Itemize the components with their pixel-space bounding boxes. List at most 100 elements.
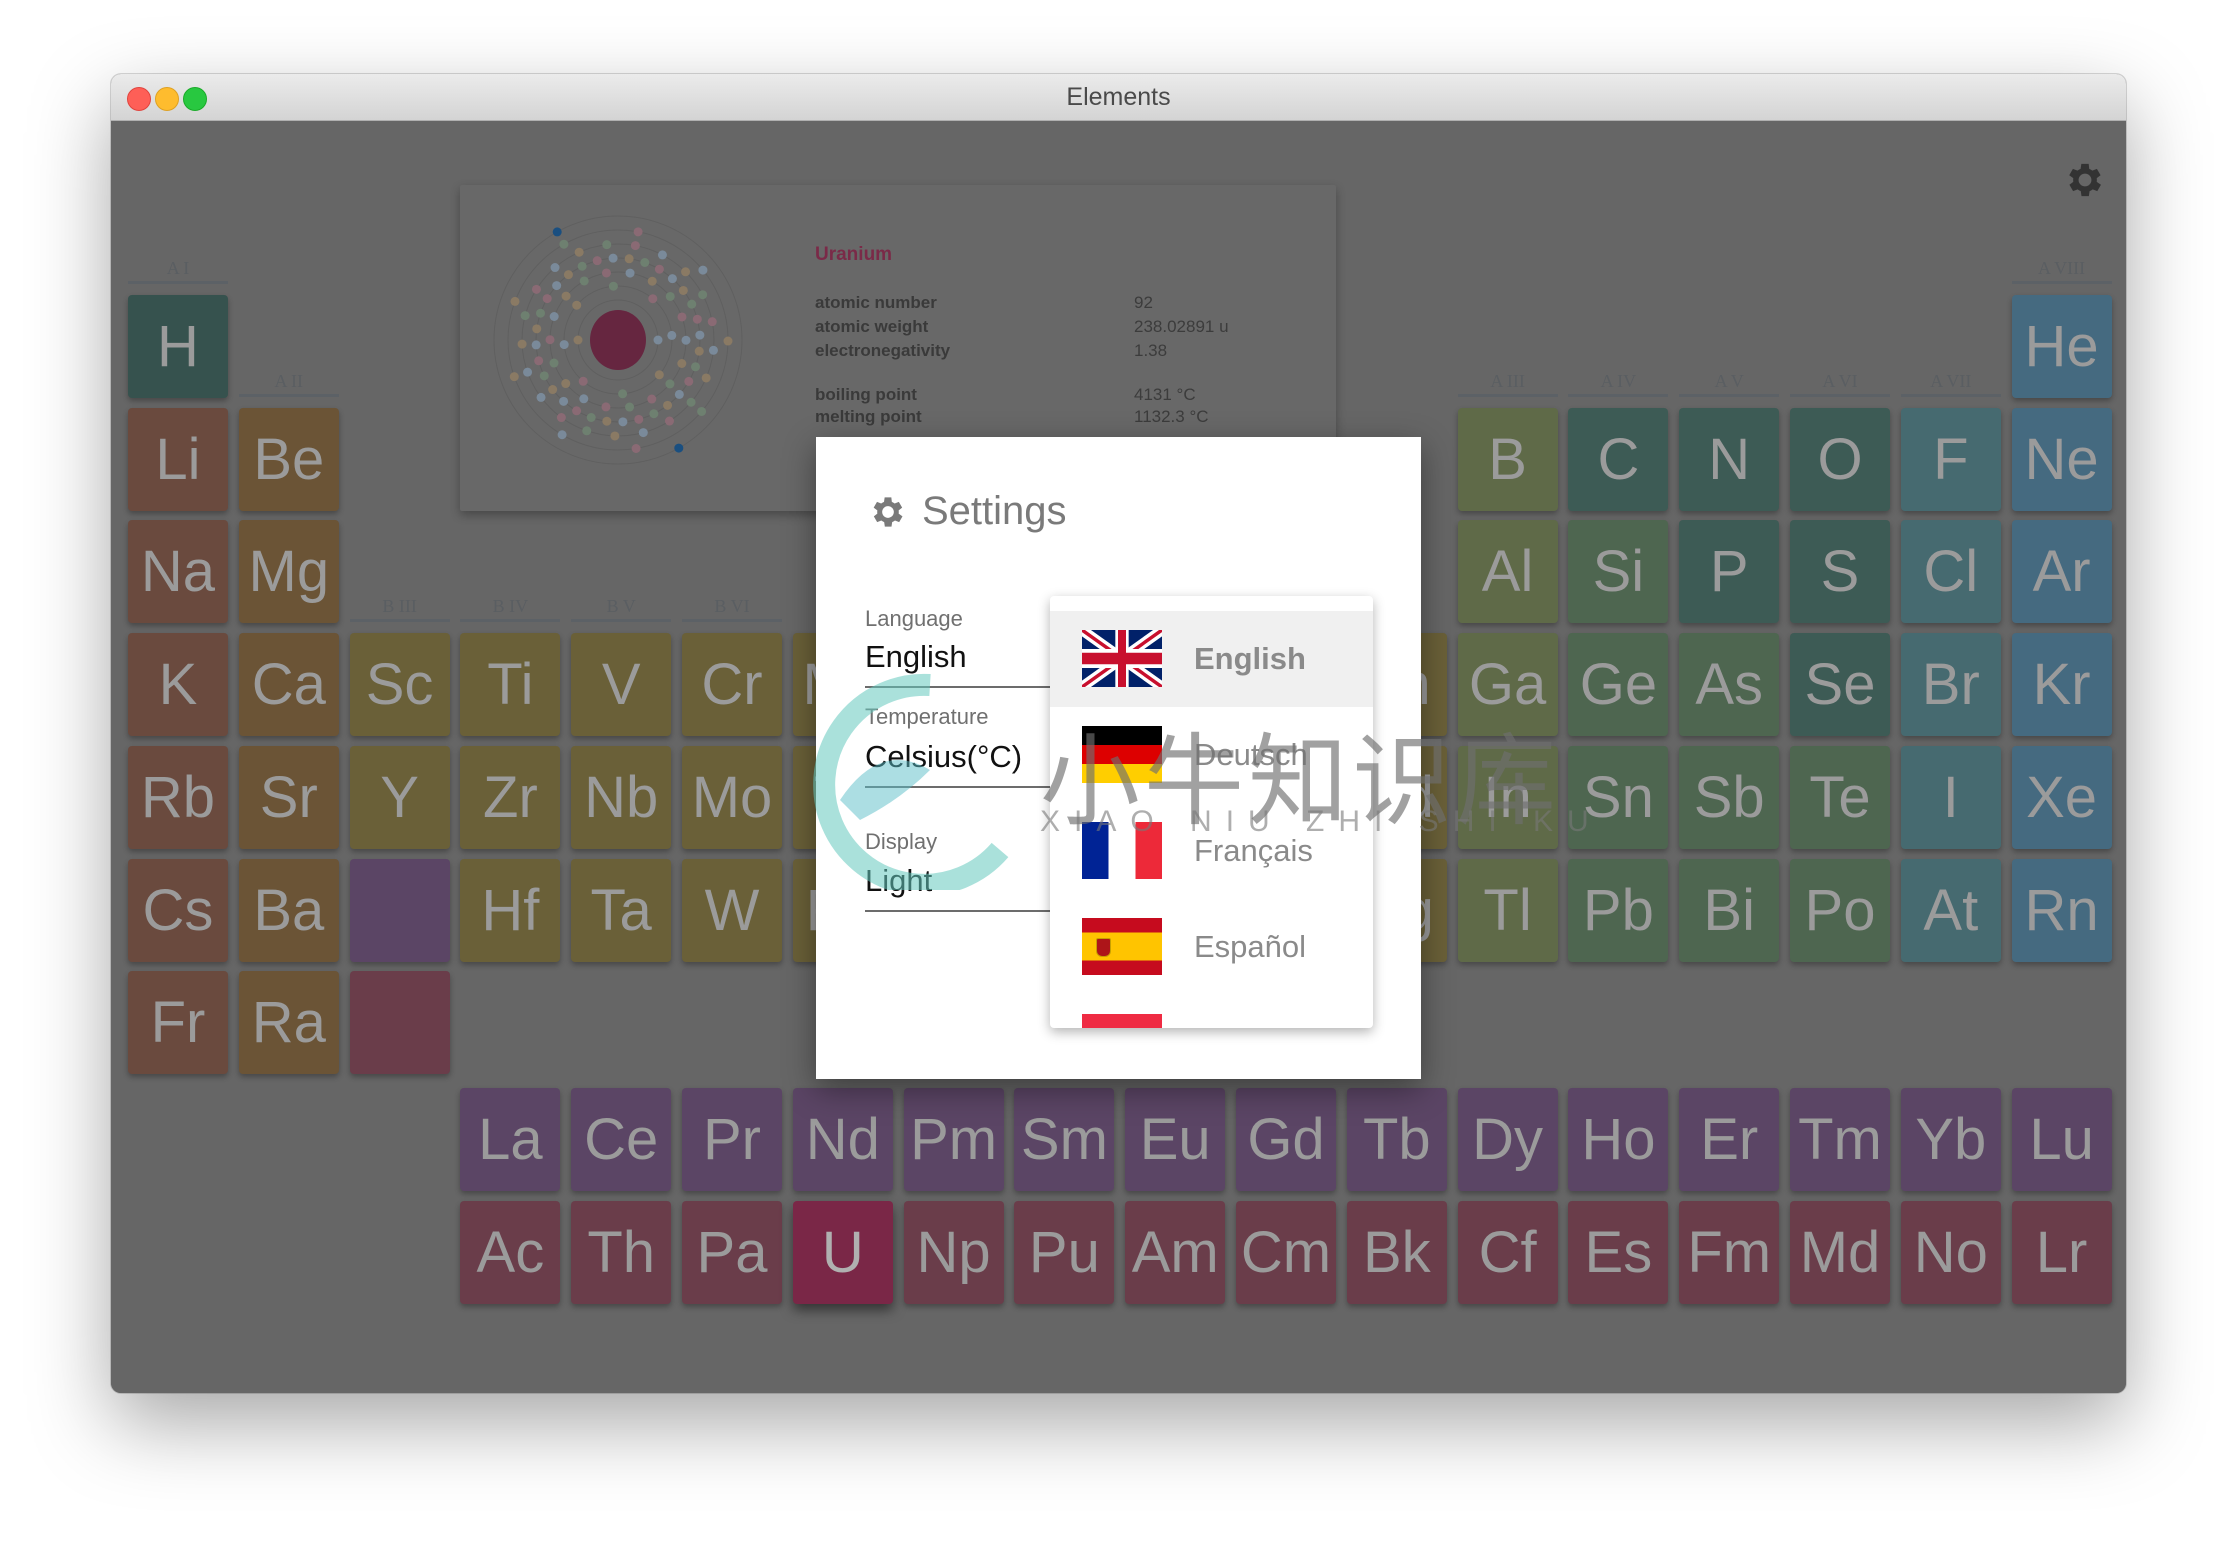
settings-gear-icon[interactable] [2063,158,2107,202]
element-tile-pa[interactable]: Pa [682,1200,782,1304]
element-tile-f[interactable]: F [1900,407,2001,511]
element-tile-ga[interactable]: Ga [1457,633,1558,737]
element-tile-gd[interactable]: Gd [1236,1087,1336,1191]
series-placeholder-tile[interactable] [349,971,450,1075]
element-tile-pu[interactable]: Pu [1014,1200,1115,1304]
element-tile-li[interactable]: Li [128,407,228,511]
element-tile-bi[interactable]: Bi [1679,858,1780,962]
element-tile-kr[interactable]: Kr [2011,633,2112,737]
element-tile-ge[interactable]: Ge [1568,633,1669,737]
element-tile-pb[interactable]: Pb [1568,858,1669,962]
element-tile-as[interactable]: As [1679,633,1780,737]
element-tile-es[interactable]: Es [1568,1200,1669,1304]
element-tile-se[interactable]: Se [1790,633,1890,737]
element-tile-la[interactable]: La [460,1087,561,1191]
element-tile-cf[interactable]: Cf [1457,1200,1558,1304]
element-tile-fr[interactable]: Fr [128,971,228,1075]
element-tile-lr[interactable]: Lr [2011,1200,2112,1304]
element-tile-ra[interactable]: Ra [238,971,339,1075]
temperature-select[interactable]: Celsius(°C) [865,739,1022,775]
element-tile-s[interactable]: S [1790,520,1890,624]
element-tile-dy[interactable]: Dy [1457,1087,1558,1191]
element-tile-nd[interactable]: Nd [792,1087,893,1191]
element-tile-he[interactable]: He [2011,295,2112,398]
element-tile-b[interactable]: B [1457,407,1558,511]
element-tile-ho[interactable]: Ho [1568,1087,1669,1191]
language-option-english[interactable]: English [1050,611,1373,707]
electron [542,294,552,304]
element-tile-cm[interactable]: Cm [1236,1200,1336,1304]
element-tile-sm[interactable]: Sm [1014,1087,1115,1191]
element-tile-no[interactable]: No [1900,1200,2001,1304]
electron [509,372,519,382]
element-tile-er[interactable]: Er [1679,1087,1780,1191]
element-tile-hf[interactable]: Hf [460,858,561,962]
element-tile-mg[interactable]: Mg [238,520,339,624]
element-tile-rb[interactable]: Rb [128,745,228,849]
element-tile-in[interactable]: In [1457,745,1558,849]
element-tile-yb[interactable]: Yb [1900,1087,2001,1191]
language-option-partial[interactable] [1050,995,1373,1028]
element-tile-o[interactable]: O [1790,407,1890,511]
element-tile-na[interactable]: Na [128,520,228,624]
element-tile-po[interactable]: Po [1790,858,1890,962]
element-tile-lu[interactable]: Lu [2011,1087,2112,1191]
element-tile-p[interactable]: P [1679,520,1780,624]
element-tile-i[interactable]: I [1900,745,2001,849]
element-tile-sn[interactable]: Sn [1568,745,1669,849]
series-placeholder-tile[interactable] [349,858,450,962]
element-tile-am[interactable]: Am [1125,1200,1226,1304]
element-tile-zr[interactable]: Zr [460,745,561,849]
element-tile-pr[interactable]: Pr [682,1087,782,1191]
display-select[interactable]: Light [865,863,932,899]
element-tile-tl[interactable]: Tl [1457,858,1558,962]
electron [653,335,663,345]
element-tile-ac[interactable]: Ac [460,1200,561,1304]
element-tile-fm[interactable]: Fm [1679,1200,1780,1304]
language-option-francais[interactable]: Français [1050,803,1373,899]
element-tile-ar[interactable]: Ar [2011,520,2112,624]
element-tile-ti[interactable]: Ti [460,633,561,737]
element-tile-tm[interactable]: Tm [1790,1087,1890,1191]
element-tile-sb[interactable]: Sb [1679,745,1780,849]
element-tile-np[interactable]: Np [903,1200,1004,1304]
element-tile-y[interactable]: Y [349,745,450,849]
element-tile-ne[interactable]: Ne [2011,407,2112,511]
element-tile-w[interactable]: W [682,858,782,962]
element-tile-bk[interactable]: Bk [1346,1200,1447,1304]
element-tile-ba[interactable]: Ba [238,858,339,962]
element-tile-nb[interactable]: Nb [571,745,672,849]
element-tile-ta[interactable]: Ta [571,858,672,962]
element-tile-tb[interactable]: Tb [1346,1087,1447,1191]
element-tile-eu[interactable]: Eu [1125,1087,1226,1191]
language-option-espanol[interactable]: Español [1050,899,1373,995]
element-tile-sc[interactable]: Sc [349,633,450,737]
element-tile-br[interactable]: Br [1900,633,2001,737]
element-tile-k[interactable]: K [128,633,228,737]
element-tile-xe[interactable]: Xe [2011,745,2112,849]
element-tile-mo[interactable]: Mo [682,745,782,849]
element-tile-md[interactable]: Md [1790,1200,1890,1304]
element-tile-th[interactable]: Th [571,1200,672,1304]
element-tile-c[interactable]: C [1568,407,1669,511]
element-tile-cl[interactable]: Cl [1900,520,2001,624]
element-tile-si[interactable]: Si [1568,520,1669,624]
element-tile-sr[interactable]: Sr [238,745,339,849]
element-tile-u[interactable]: U [792,1200,893,1304]
element-tile-cs[interactable]: Cs [128,858,228,962]
element-tile-n[interactable]: N [1679,407,1780,511]
element-tile-ce[interactable]: Ce [571,1087,672,1191]
element-tile-h[interactable]: H [128,295,228,398]
language-select[interactable]: English [865,639,967,675]
electron [663,400,673,410]
element-tile-al[interactable]: Al [1457,520,1558,624]
element-tile-ca[interactable]: Ca [238,633,339,737]
element-tile-rn[interactable]: Rn [2011,858,2112,962]
element-tile-at[interactable]: At [1900,858,2001,962]
element-tile-cr[interactable]: Cr [682,633,782,737]
element-tile-v[interactable]: V [571,633,672,737]
element-tile-be[interactable]: Be [238,407,339,511]
language-option-deutsch[interactable]: Deutsch [1050,707,1373,803]
element-tile-te[interactable]: Te [1790,745,1890,849]
element-tile-pm[interactable]: Pm [903,1087,1004,1191]
